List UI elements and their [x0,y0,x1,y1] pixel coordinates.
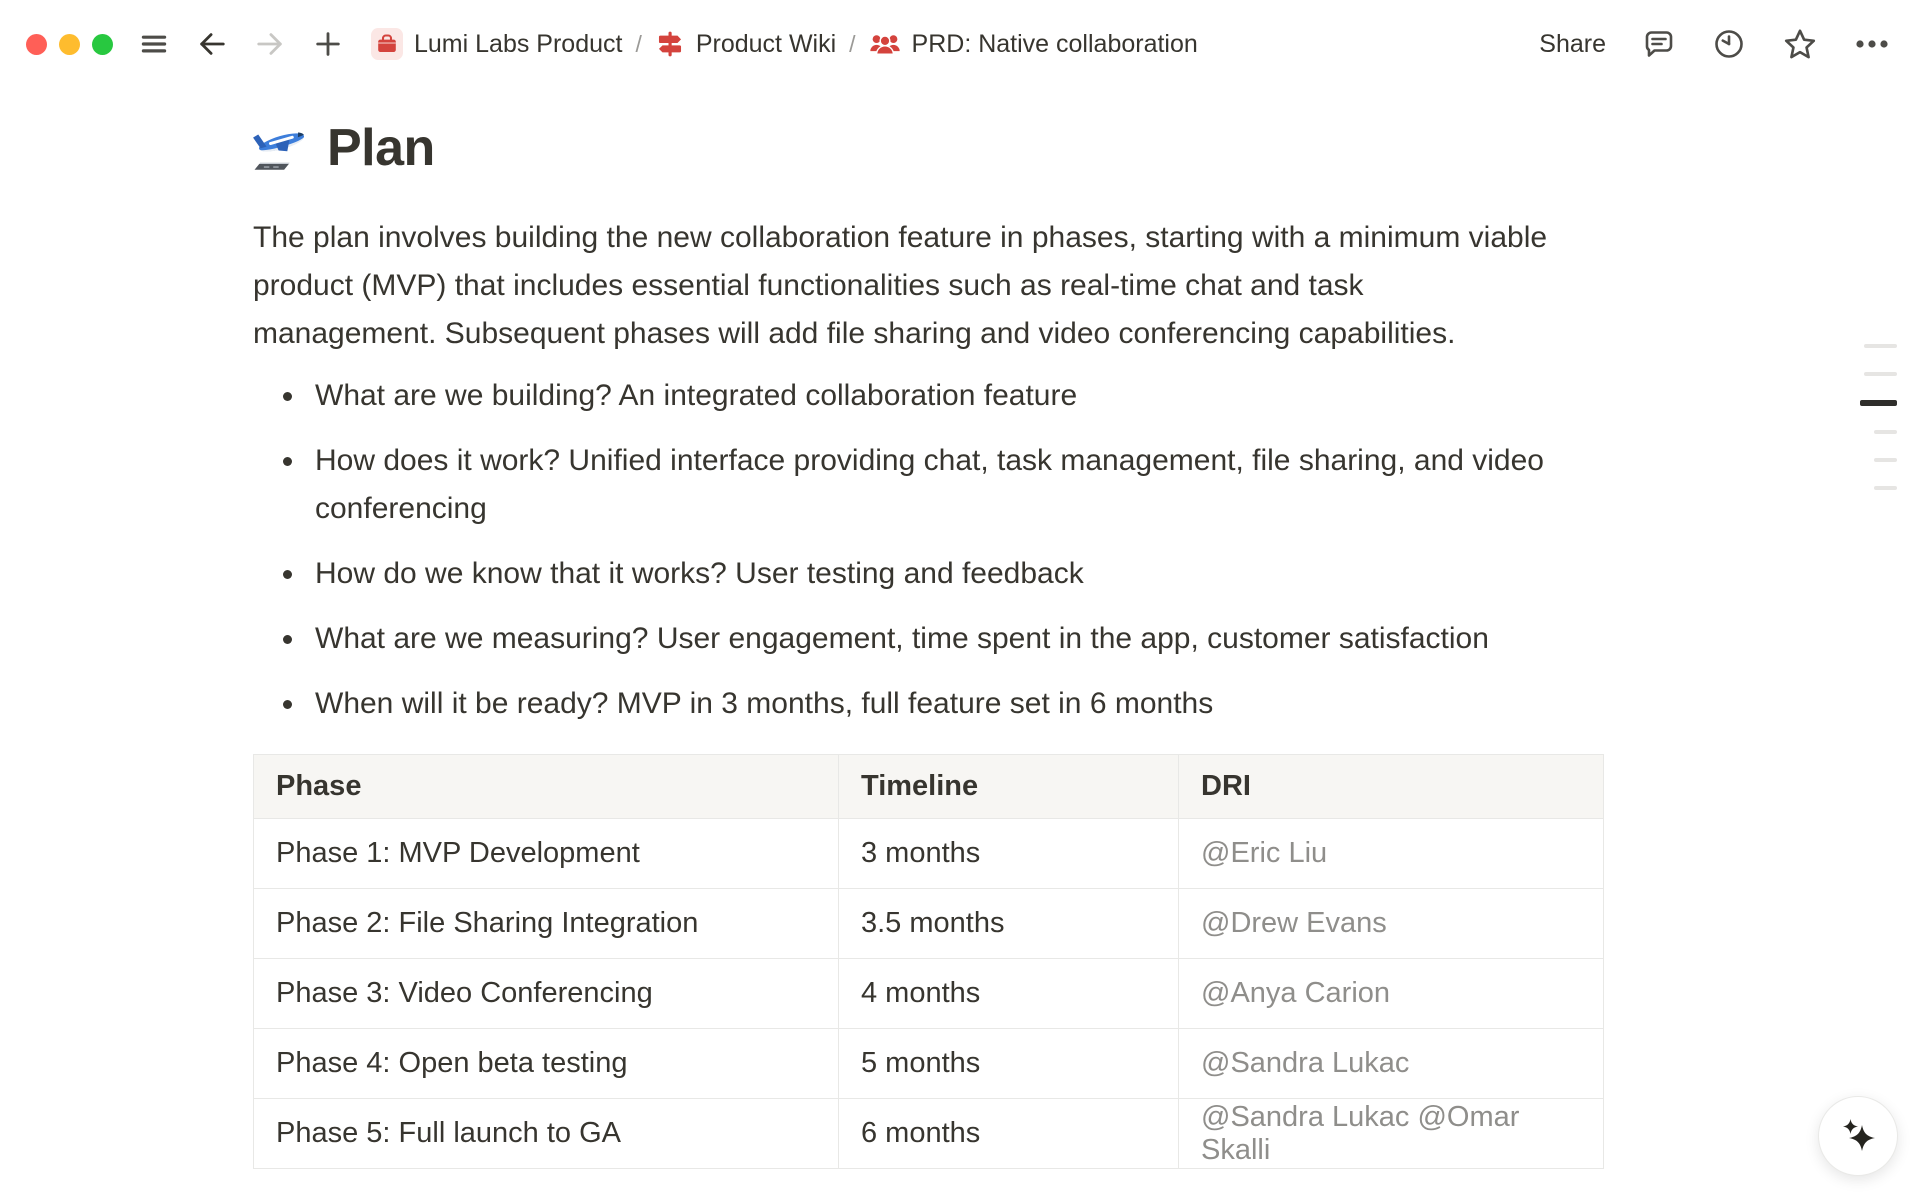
nav-controls [139,29,343,59]
timeline-cell[interactable]: 3.5 months [839,889,1179,959]
dri-mention-cell[interactable]: @Sandra Lukac @Omar Skalli [1179,1099,1604,1169]
breadcrumb-item-workspace[interactable]: Lumi Labs Product [371,28,622,60]
outline-subline[interactable] [1874,430,1897,434]
table-body: Phase 1: MVP Development 3 months @Eric … [254,819,1604,1169]
outline-subline[interactable] [1874,486,1897,490]
sparkles-icon [1836,1114,1880,1158]
dri-mention-cell[interactable]: @Sandra Lukac [1179,1029,1604,1099]
phase-cell[interactable]: Phase 4: Open beta testing [254,1029,839,1099]
outline-line[interactable] [1864,344,1897,348]
plus-icon[interactable] [313,29,343,59]
dri-mention-cell[interactable]: @Drew Evans [1179,889,1604,959]
signpost-icon [655,29,685,59]
table-row: Phase 5: Full launch to GA 6 months @San… [254,1099,1604,1169]
minimize-window-icon[interactable] [59,34,80,55]
more-ellipsis-icon[interactable] [1854,26,1890,62]
breadcrumb-separator: / [635,31,641,58]
table-row: Phase 3: Video Conferencing 4 months @An… [254,959,1604,1029]
ai-assistant-button[interactable] [1818,1096,1898,1176]
timeline-cell[interactable]: 5 months [839,1029,1179,1099]
timeline-cell[interactable]: 4 months [839,959,1179,1029]
phases-table: Phase Timeline DRI Phase 1: MVP Developm… [253,754,1604,1169]
column-header-dri[interactable]: DRI [1179,755,1604,819]
briefcase-icon [371,28,403,60]
phase-cell[interactable]: Phase 3: Video Conferencing [254,959,839,1029]
bullet-item[interactable]: How does it work? Unified interface prov… [253,437,1615,533]
breadcrumb-label: PRD: Native collaboration [912,30,1198,59]
outline-subline[interactable] [1874,458,1897,462]
airplane-departure-emoji[interactable] [253,120,309,176]
zoom-window-icon[interactable] [92,34,113,55]
outline-line-active[interactable] [1860,400,1897,406]
breadcrumb-label: Product Wiki [696,30,836,59]
menu-icon[interactable] [139,29,169,59]
favorite-star-icon[interactable] [1782,26,1818,62]
bullet-list: What are we building? An integrated coll… [253,372,1615,728]
table-row: Phase 1: MVP Development 3 months @Eric … [254,819,1604,889]
phase-cell[interactable]: Phase 5: Full launch to GA [254,1099,839,1169]
bullet-item[interactable]: How do we know that it works? User testi… [253,550,1615,598]
document-page: Plan The plan involves building the new … [0,118,1920,1169]
phase-cell[interactable]: Phase 1: MVP Development [254,819,839,889]
page-title-text[interactable]: Plan [327,118,435,178]
bullet-item[interactable]: What are we building? An integrated coll… [253,372,1615,420]
phase-cell[interactable]: Phase 2: File Sharing Integration [254,889,839,959]
table-row: Phase 4: Open beta testing 5 months @San… [254,1029,1604,1099]
outline-line[interactable] [1864,372,1897,376]
share-button[interactable]: Share [1539,30,1606,59]
bullet-item[interactable]: What are we measuring? User engagement, … [253,615,1615,663]
breadcrumb-label: Lumi Labs Product [414,30,622,59]
comment-icon[interactable] [1642,27,1676,61]
dri-mention-cell[interactable]: @Anya Carion [1179,959,1604,1029]
bullet-item[interactable]: When will it be ready? MVP in 3 months, … [253,680,1615,728]
back-arrow-icon[interactable] [197,29,227,59]
people-icon [869,28,901,60]
page-title: Plan [253,118,1920,178]
breadcrumb-item-page[interactable]: PRD: Native collaboration [869,28,1198,60]
close-window-icon[interactable] [26,34,47,55]
dri-mention-cell[interactable]: @Eric Liu [1179,819,1604,889]
timeline-cell[interactable]: 6 months [839,1099,1179,1169]
column-header-timeline[interactable]: Timeline [839,755,1179,819]
intro-paragraph[interactable]: The plan involves building the new colla… [253,214,1551,358]
breadcrumb-item-wiki[interactable]: Product Wiki [655,29,836,59]
outline-indicator [1860,344,1897,490]
table-row: Phase 2: File Sharing Integration 3.5 mo… [254,889,1604,959]
table-header-row: Phase Timeline DRI [254,755,1604,819]
window-topbar: Lumi Labs Product / Product Wiki / [0,0,1920,88]
history-clock-icon[interactable] [1712,27,1746,61]
breadcrumb-separator: / [849,31,855,58]
breadcrumb: Lumi Labs Product / Product Wiki / [371,28,1198,60]
forward-arrow-icon[interactable] [255,29,285,59]
column-header-phase[interactable]: Phase [254,755,839,819]
window-controls [26,34,113,55]
topbar-actions: Share [1539,26,1890,62]
timeline-cell[interactable]: 3 months [839,819,1179,889]
